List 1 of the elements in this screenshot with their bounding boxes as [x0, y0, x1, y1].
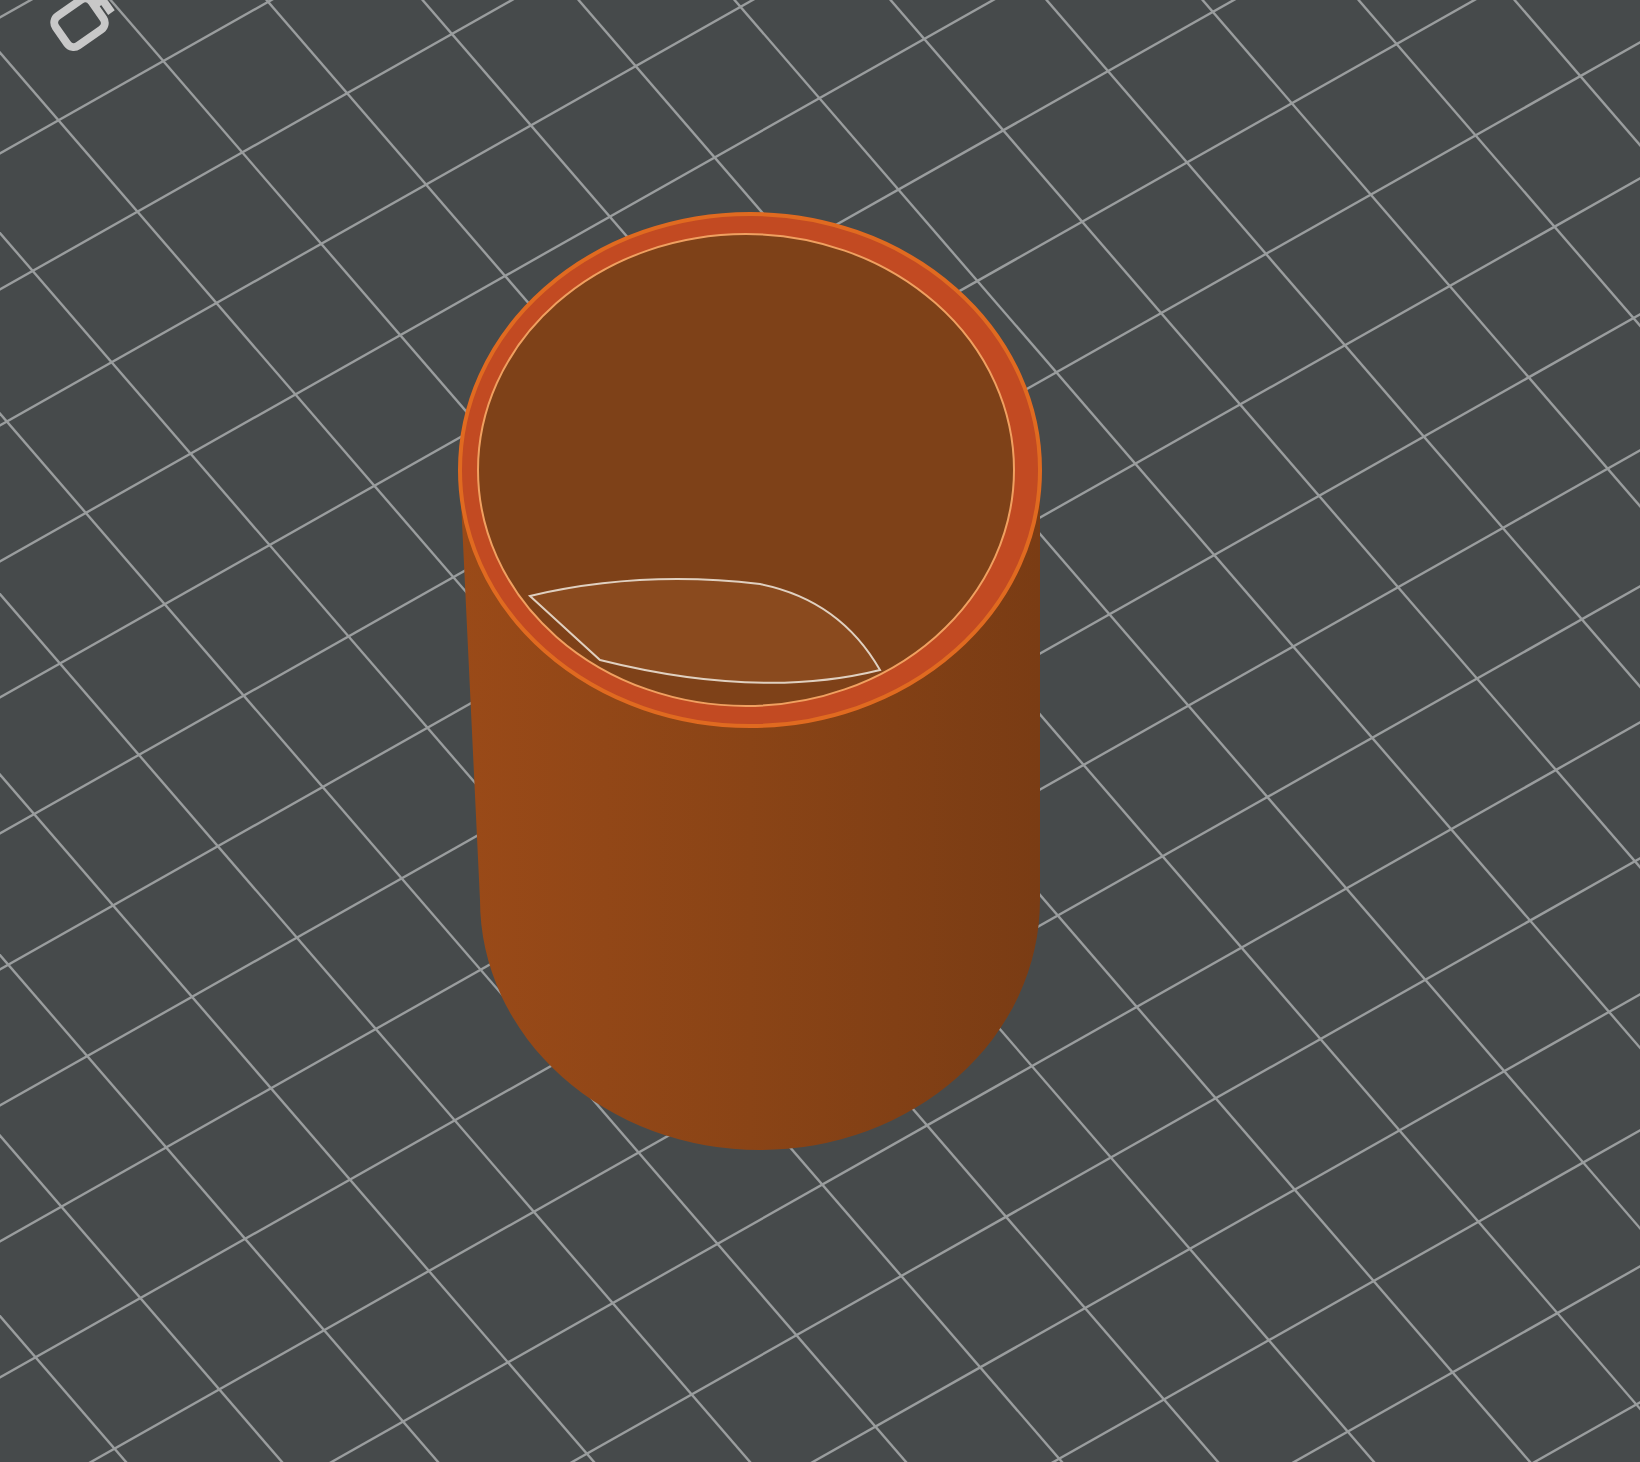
plate-logo-icon	[47, 0, 118, 55]
